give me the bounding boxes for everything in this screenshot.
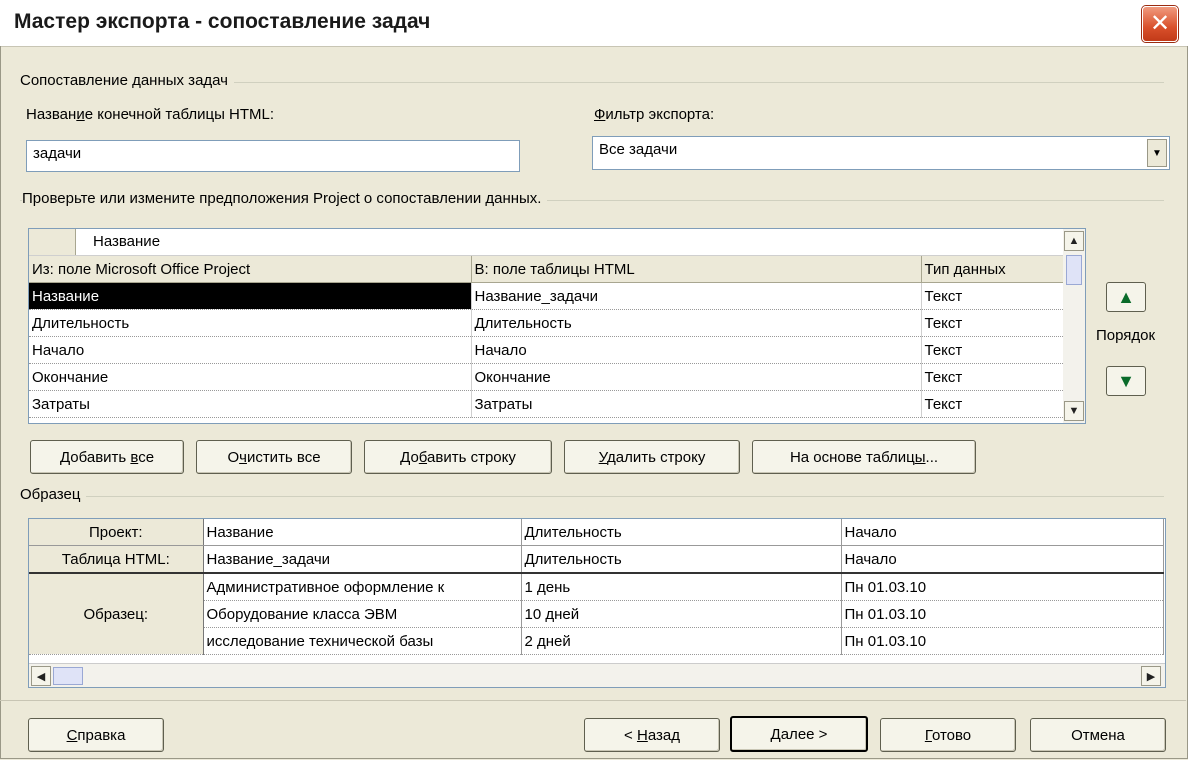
- mapping-editor-value[interactable]: Название: [93, 233, 160, 250]
- sample-cell: Оборудование класса ЭВМ: [203, 600, 522, 628]
- cancel-button[interactable]: Отмена: [1030, 718, 1166, 752]
- table-row[interactable]: Затраты Затраты Текст: [29, 390, 1064, 418]
- project-field-cell: Длительность: [521, 519, 842, 546]
- title-bar: Мастер экспорта - сопоставление задач ✕: [0, 0, 1188, 47]
- column-header[interactable]: Из: поле Microsoft Office Project: [29, 256, 472, 283]
- base-on-table-button[interactable]: На основе таблицы...: [752, 440, 976, 474]
- table-row[interactable]: Название Название_задачи Текст: [29, 282, 1064, 310]
- sample-cell: Пн 01.03.10: [841, 573, 1164, 601]
- dest-table-input[interactable]: задачи: [26, 140, 520, 172]
- html-field-cell: Начало: [841, 545, 1164, 574]
- row-label: Образец:: [29, 573, 204, 655]
- mapping-editor-row[interactable]: Название: [29, 229, 1063, 256]
- from-field-cell[interactable]: Название: [29, 282, 472, 310]
- project-field-cell: Начало: [841, 519, 1164, 546]
- row-label: Таблица HTML:: [29, 545, 204, 574]
- export-filter-select[interactable]: Все задачи ▼: [592, 136, 1170, 170]
- to-field-cell[interactable]: Затраты: [471, 390, 922, 418]
- html-field-cell: Длительность: [521, 545, 842, 574]
- delete-row-button[interactable]: Удалить строку: [564, 440, 740, 474]
- order-label: Порядок: [1096, 327, 1156, 344]
- data-type-cell: Текст: [921, 363, 1064, 391]
- add-row-button[interactable]: Добавить строку: [364, 440, 552, 474]
- table-row: Проект: Название Длительность Начало: [29, 519, 1164, 546]
- mapping-vertical-scrollbar[interactable]: ▲ ▼: [1063, 229, 1085, 423]
- sample-horizontal-scrollbar[interactable]: ◀ ▶: [29, 663, 1165, 687]
- export-filter-value: Все задачи: [599, 141, 678, 158]
- back-button[interactable]: < Назад: [584, 718, 720, 752]
- group-task-mapping-label: Сопоставление данных задач: [20, 72, 234, 89]
- sample-separator: [20, 496, 1164, 497]
- to-field-cell[interactable]: Начало: [471, 336, 922, 364]
- from-field-cell[interactable]: Длительность: [29, 309, 472, 337]
- table-row[interactable]: Окончание Окончание Текст: [29, 363, 1064, 391]
- scroll-left-icon[interactable]: ◀: [31, 666, 51, 686]
- scroll-thumb[interactable]: [1066, 255, 1082, 285]
- clear-all-button[interactable]: Очистить все: [196, 440, 352, 474]
- from-field-cell[interactable]: Начало: [29, 336, 472, 364]
- table-row[interactable]: Начало Начало Текст: [29, 336, 1064, 364]
- column-header[interactable]: В: поле таблицы HTML: [471, 256, 922, 283]
- arrow-down-icon[interactable]: ▼: [1106, 366, 1146, 396]
- data-type-cell: Текст: [921, 282, 1064, 310]
- to-field-cell[interactable]: Окончание: [471, 363, 922, 391]
- data-type-cell: Текст: [921, 309, 1064, 337]
- data-type-cell: Текст: [921, 336, 1064, 364]
- sample-cell: исследование технической базы: [203, 627, 522, 655]
- data-type-cell: Текст: [921, 390, 1064, 418]
- export-filter-label: Фильтр экспорта:: [594, 106, 715, 123]
- finish-button[interactable]: Готово: [880, 718, 1016, 752]
- row-selector: [29, 229, 76, 255]
- sample-table: Проект: Название Длительность Начало Таб…: [29, 519, 1164, 655]
- scroll-right-icon[interactable]: ▶: [1141, 666, 1161, 686]
- add-all-button[interactable]: Добавить все: [30, 440, 184, 474]
- sample-cell: Пн 01.03.10: [841, 627, 1164, 655]
- help-button[interactable]: Справка: [28, 718, 164, 752]
- from-field-cell[interactable]: Окончание: [29, 363, 472, 391]
- mapping-table[interactable]: Из: поле Microsoft Office Project В: пол…: [29, 256, 1064, 418]
- mapping-grid[interactable]: Название Из: поле Microsoft Office Proje…: [28, 228, 1086, 424]
- next-button[interactable]: Далее >: [730, 716, 868, 752]
- close-icon[interactable]: ✕: [1142, 6, 1178, 42]
- sample-cell: 10 дней: [521, 600, 842, 628]
- to-field-cell[interactable]: Название_задачи: [471, 282, 922, 310]
- mapping-hint: Проверьте или измените предположения Pro…: [22, 190, 548, 207]
- row-label: Проект:: [29, 519, 204, 546]
- window-title: Мастер экспорта - сопоставление задач: [14, 10, 431, 33]
- sample-cell: Пн 01.03.10: [841, 600, 1164, 628]
- html-field-cell: Название_задачи: [203, 545, 522, 574]
- project-field-cell: Название: [203, 519, 522, 546]
- arrow-up-icon[interactable]: ▲: [1106, 282, 1146, 312]
- sample-cell: 1 день: [521, 573, 842, 601]
- mapping-header-row: Из: поле Microsoft Office Project В: пол…: [29, 256, 1064, 283]
- table-row: Образец: Административное оформление к 1…: [29, 573, 1164, 655]
- column-header[interactable]: Тип данных: [921, 256, 1064, 283]
- table-row: Таблица HTML: Название_задачи Длительнос…: [29, 545, 1164, 574]
- scroll-down-icon[interactable]: ▼: [1064, 401, 1084, 421]
- sample-cell: Административное оформление к: [203, 573, 522, 601]
- table-row[interactable]: Длительность Длительность Текст: [29, 309, 1064, 337]
- sample-grid: Проект: Название Длительность Начало Таб…: [28, 518, 1166, 688]
- from-field-cell[interactable]: Затраты: [29, 390, 472, 418]
- footer-separator: [0, 700, 1186, 701]
- scroll-thumb[interactable]: [53, 667, 83, 685]
- sample-cell: 2 дней: [521, 627, 842, 655]
- sample-label: Образец: [20, 486, 87, 503]
- dest-table-label: Название конечной таблицы HTML:: [26, 106, 275, 123]
- chevron-down-icon[interactable]: ▼: [1147, 139, 1167, 167]
- to-field-cell[interactable]: Длительность: [471, 309, 922, 337]
- scroll-up-icon[interactable]: ▲: [1064, 231, 1084, 251]
